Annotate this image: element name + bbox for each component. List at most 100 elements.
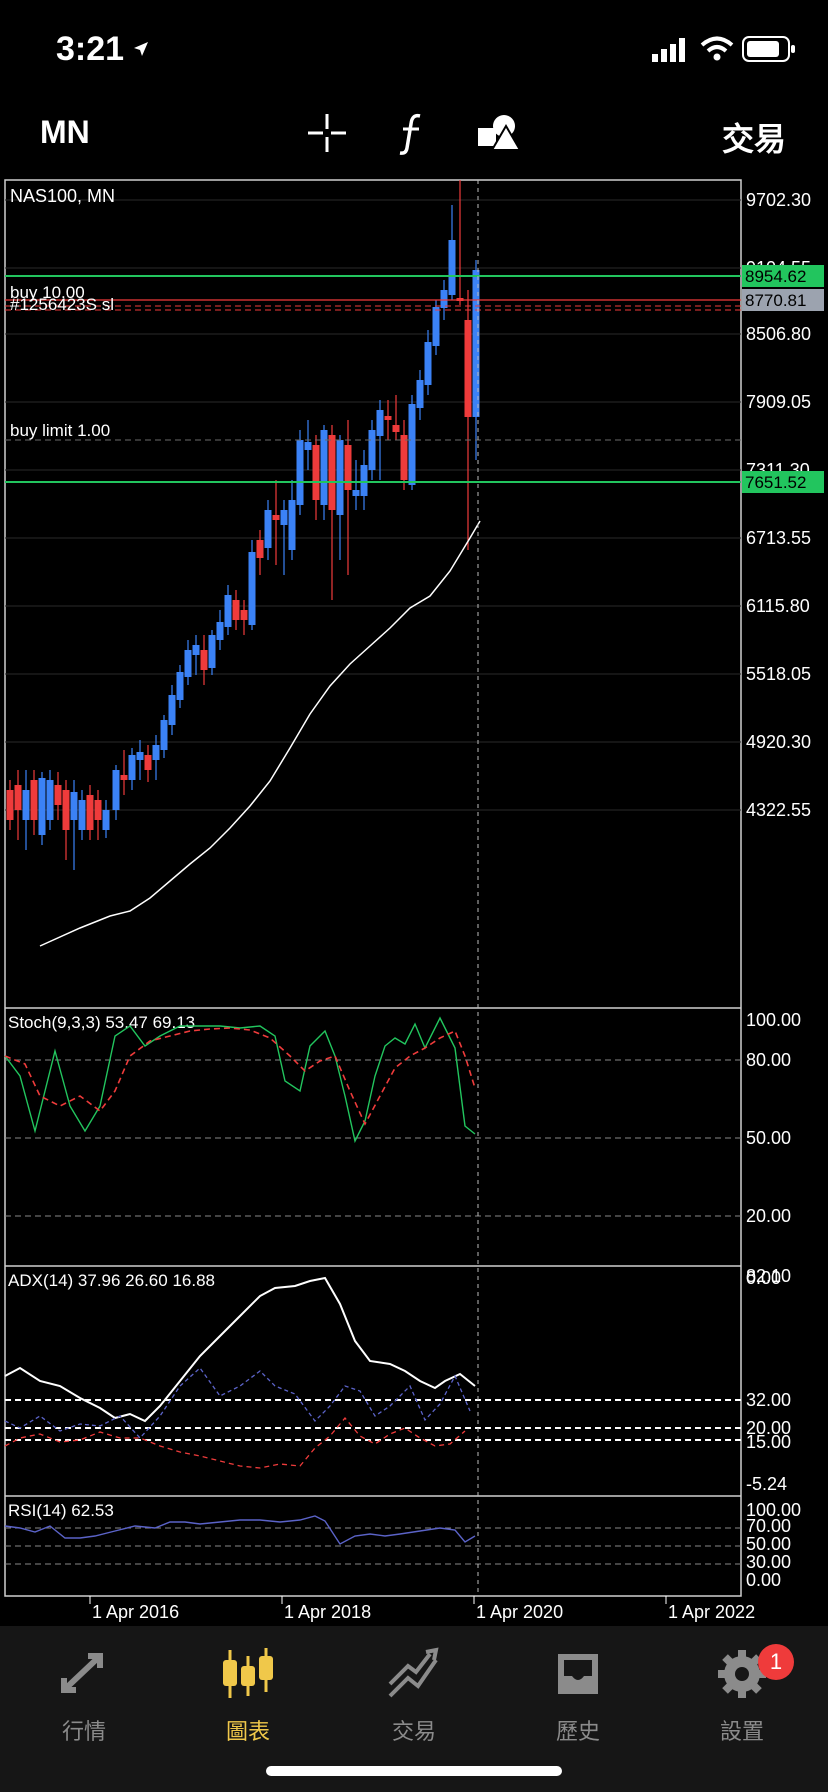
- chart-toolbar: MN 交易: [0, 100, 828, 176]
- candle-body: [296, 440, 304, 505]
- price-grid: [5, 199, 741, 811]
- indicator-level-label: 30.00: [746, 1552, 791, 1572]
- tab-history[interactable]: 歷史: [518, 1638, 638, 1748]
- candle-body: [256, 540, 264, 558]
- crosshair-icon[interactable]: [306, 112, 348, 154]
- order-label-buy-limit: buy limit 1.00: [10, 421, 110, 440]
- candle-body: [22, 790, 30, 820]
- stoch-label: Stoch(9,3,3) 53.47 69.13: [8, 1013, 195, 1032]
- candle-body: [432, 307, 440, 346]
- tab-trade[interactable]: 交易: [354, 1638, 474, 1748]
- price-tick-label: 5518.05: [746, 664, 811, 684]
- highlight-label-1: 8954.62: [745, 267, 806, 286]
- tab-quotes[interactable]: 行情: [24, 1638, 144, 1748]
- candle-body: [38, 778, 46, 835]
- candle-body: [54, 785, 62, 805]
- candle-body: [464, 320, 472, 417]
- rsi-line: [4, 1515, 476, 1545]
- price-tick-label: 6115.80: [746, 596, 810, 616]
- candle-body: [46, 780, 54, 820]
- candle-body: [94, 800, 102, 820]
- trade-button[interactable]: 交易: [722, 114, 786, 160]
- candle-body: [152, 745, 160, 760]
- time-axis: 1 Apr 2016 1 Apr 2018 1 Apr 2020 1 Apr 2022: [89, 1596, 755, 1622]
- signal-icon: [652, 38, 685, 62]
- candle-body: [368, 430, 376, 470]
- adx-axis: 82.1032.0020.0015.00-5.24: [746, 1266, 791, 1494]
- candle-body: [336, 440, 344, 515]
- candle-body: [352, 490, 360, 496]
- stoch-main-line: [4, 1016, 476, 1144]
- price-tick-label: 4322.55: [746, 800, 811, 820]
- indicator-level-label: -5.24: [746, 1474, 787, 1494]
- candle-body: [448, 240, 456, 295]
- home-indicator: [266, 1766, 562, 1776]
- x-tick-label: 1 Apr 2022: [668, 1602, 755, 1622]
- candle-body: [344, 445, 352, 490]
- candle-body: [136, 752, 144, 760]
- candle-body: [200, 650, 208, 670]
- candle-body: [160, 720, 168, 750]
- highlight-label-2: 8770.81: [745, 291, 806, 310]
- status-bar: 3:21: [0, 0, 828, 100]
- x-tick-label: 1 Apr 2016: [92, 1602, 179, 1622]
- x-tick-label: 1 Apr 2020: [476, 1602, 563, 1622]
- candle-body: [216, 622, 224, 640]
- timeframe-button[interactable]: MN: [40, 114, 90, 151]
- candle-body: [240, 610, 248, 620]
- candle-body: [424, 342, 432, 385]
- indicator-level-label: 70.00: [746, 1516, 791, 1536]
- indicator-level-label: 82.10: [746, 1266, 791, 1286]
- candle-body: [62, 790, 70, 830]
- symbol-label: NAS100, MN: [10, 186, 115, 206]
- candle-body: [112, 770, 120, 810]
- wifi-icon: [700, 36, 734, 61]
- candle-body: [440, 290, 448, 308]
- candle-body: [272, 515, 280, 520]
- candle-body: [6, 790, 14, 820]
- order-label-sl: #1256423S sl: [10, 295, 114, 314]
- candle-body: [224, 595, 232, 627]
- moving-average-line: [39, 520, 481, 947]
- price-tick-label: 8506.80: [746, 324, 811, 344]
- tab-chart[interactable]: 圖表: [188, 1638, 308, 1748]
- price-tick-label: 4920.30: [746, 732, 811, 752]
- battery-icon: [742, 36, 795, 62]
- indicator-level-label: 50.00: [746, 1534, 791, 1554]
- price-tick-label: 9702.30: [746, 190, 811, 210]
- indicator-level-label: 20.00: [746, 1206, 791, 1226]
- objects-shapes-icon[interactable]: [476, 112, 520, 152]
- stoch-signal-line: [4, 1027, 476, 1126]
- candle-body: [144, 755, 152, 770]
- candle-body: [102, 810, 110, 830]
- candle-body: [70, 792, 78, 820]
- candle-body: [184, 650, 192, 677]
- tab-quotes-label: 行情: [61, 1719, 106, 1744]
- candle-body: [376, 410, 384, 436]
- indicator-level-label: 100.00: [746, 1010, 801, 1030]
- tab-chart-label: 圖表: [225, 1719, 270, 1744]
- tab-settings[interactable]: 1 設置: [682, 1638, 802, 1748]
- indicator-level-label: 15.00: [746, 1432, 791, 1452]
- candle-body: [288, 500, 296, 550]
- rsi-label: RSI(14) 62.53: [8, 1501, 114, 1520]
- candle-body: [78, 800, 86, 830]
- location-arrow-icon: [134, 42, 148, 56]
- candle-body: [408, 404, 416, 485]
- candle-body: [280, 510, 288, 525]
- candle-body: [312, 445, 320, 500]
- candle-body: [208, 635, 216, 668]
- tab-settings-label: 設置: [719, 1719, 764, 1744]
- tab-trade-label: 交易: [391, 1719, 436, 1744]
- adx-label: ADX(14) 37.96 26.60 16.88: [8, 1271, 215, 1290]
- indicators-f-icon[interactable]: [396, 112, 426, 156]
- candle-body: [392, 425, 400, 432]
- candle-body: [128, 755, 136, 780]
- candle-body: [416, 380, 424, 408]
- candle-body: [320, 430, 328, 505]
- candle-body: [232, 600, 240, 620]
- status-time: 3:21: [56, 30, 125, 68]
- chart-area[interactable]: buy 10.00 #1256423S sl buy limit 1.00 NA…: [0, 176, 828, 1626]
- history-inbox-icon: [558, 1654, 598, 1694]
- candle-body: [328, 435, 336, 510]
